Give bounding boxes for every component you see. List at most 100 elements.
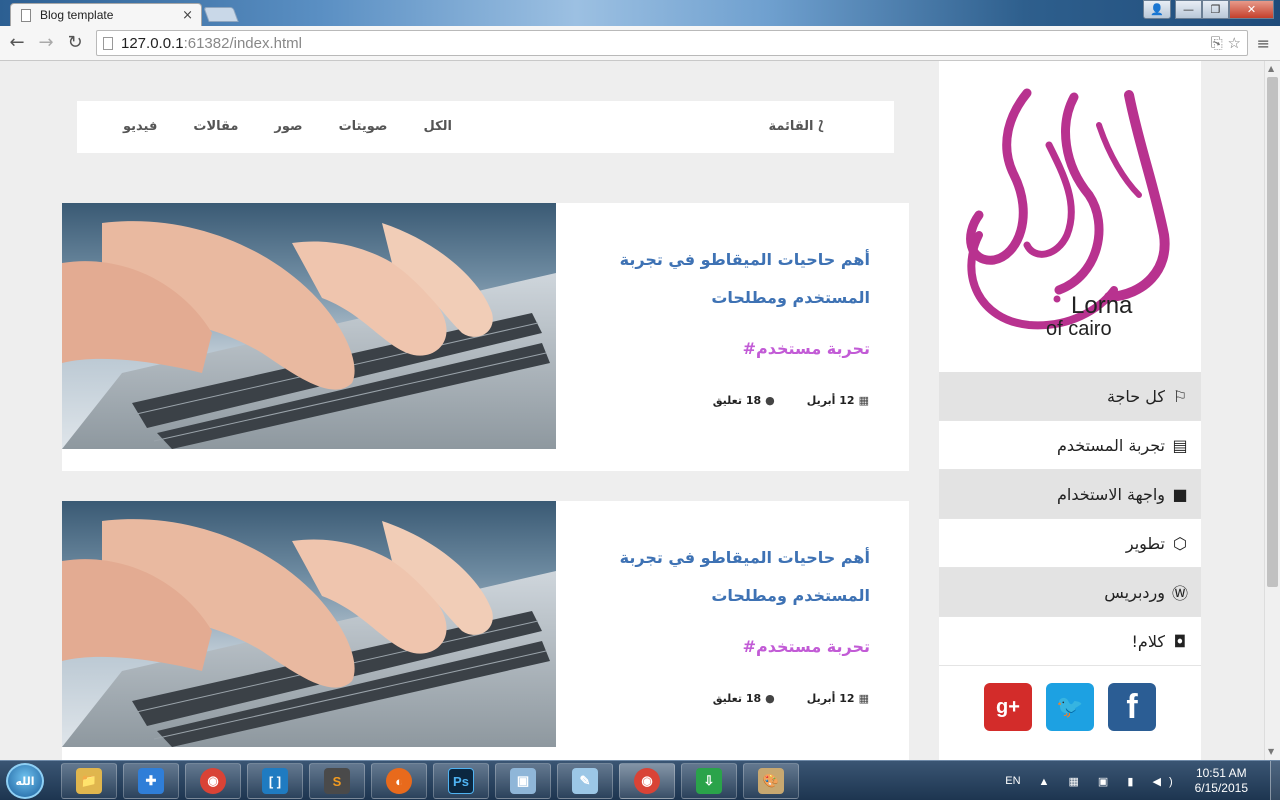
logo-text-of-cairo: of cairo — [1046, 318, 1112, 340]
page-scrollbar[interactable]: ▲ ▼ — [1264, 61, 1280, 760]
filter-links: الكل صويتات صور مقالات فيديو — [123, 119, 452, 134]
bookmark-icon: ■ — [1172, 484, 1188, 504]
lorna-logo-graphic — [966, 88, 1170, 330]
taskbar-photoshop[interactable]: Ps — [433, 763, 489, 799]
post-comments[interactable]: ● 18 تعليق — [713, 394, 775, 407]
post-tag[interactable]: #تحربة مستخدم — [743, 637, 870, 656]
post-image[interactable] — [62, 501, 556, 747]
facebook-icon[interactable]: f — [1108, 683, 1156, 731]
keyboard-hands-illustration — [62, 519, 556, 747]
taskbar-notes[interactable]: ✎ — [557, 763, 613, 799]
post-date: ▦ 12 أبريل — [807, 692, 869, 705]
keyboard-hands-illustration — [62, 221, 556, 449]
reload-button[interactable]: ↻ — [64, 32, 86, 53]
filter-tweets[interactable]: صويتات — [339, 119, 388, 134]
maximize-button[interactable]: ❐ — [1202, 0, 1229, 19]
language-indicator[interactable]: EN — [1005, 775, 1020, 787]
post-comments-text: 18 تعليق — [712, 394, 762, 407]
filter-all[interactable]: الكل — [423, 119, 452, 134]
sidebar-item-wordpress[interactable]: Ⓦ وردبريس — [939, 568, 1201, 617]
clock[interactable]: 10:51 AM 6/15/2015 — [1195, 766, 1248, 796]
palette-icon: 🎨 — [758, 768, 784, 794]
taskbar-sublime[interactable]: S — [309, 763, 365, 799]
rss-icon: ⟆ — [818, 119, 824, 134]
sidebar-item-label: تطوير — [1125, 533, 1165, 553]
taskbar-puzzle[interactable]: ✚ — [123, 763, 179, 799]
tray-icons[interactable]: ▲ ▦ ▣ ▮ ◀) — [1039, 775, 1181, 788]
post-card: أهم حاحيات الميقاطو في تجربة المستخدم وم… — [62, 501, 909, 760]
calendar-icon: ▦ — [858, 692, 869, 705]
taskbar-explorer[interactable]: 📁 — [61, 763, 117, 799]
clock-time: 10:51 AM — [1195, 766, 1247, 780]
browser-toolbar: ← → ↻ 127.0.0.1:61382/index.html ⎘ ☆ ≡ — [0, 26, 1280, 61]
scroll-up-icon[interactable]: ▲ — [1268, 64, 1274, 73]
post-title[interactable]: أهم حاحيات الميقاطو في تجربة المستخدم وم… — [580, 241, 870, 317]
star-icon[interactable]: ☆ — [1228, 34, 1241, 52]
browser-tab[interactable]: Blog template × — [10, 3, 202, 26]
post-image[interactable] — [62, 203, 556, 449]
sidebar-item-everything[interactable]: ⚐ كل حاجة — [939, 372, 1201, 421]
sublime-icon: S — [324, 768, 350, 794]
filter-videos[interactable]: فيديو — [123, 119, 157, 134]
taskbar-box[interactable]: ▣ — [495, 763, 551, 799]
url-path: :61382/index.html — [183, 34, 302, 52]
sidebar-item-development[interactable]: ⬡ تطوير — [939, 519, 1201, 568]
newspaper-icon: ▤ — [1172, 435, 1188, 455]
close-window-button[interactable]: ✕ — [1229, 0, 1274, 19]
filter-photos[interactable]: صور — [274, 119, 302, 134]
post-title[interactable]: أهم حاحيات الميقاطو في تجربة المستخدم وم… — [580, 539, 870, 615]
logo-text-lorna: Lorna — [1071, 292, 1133, 319]
puzzle-icon: ✚ — [138, 768, 164, 794]
googleplus-icon[interactable]: g+ — [984, 683, 1032, 731]
post-comments[interactable]: ● 18 تعليق — [713, 692, 775, 705]
sidebar: Lorna of cairo ⚐ كل حاجة ▤ تجربة المستخد… — [939, 61, 1201, 760]
address-bar[interactable]: 127.0.0.1:61382/index.html ⎘ ☆ — [96, 30, 1248, 56]
chrome-menu-icon[interactable]: ≡ — [1257, 34, 1270, 53]
sidebar-item-ui[interactable]: ■ واجهة الاستخدام — [939, 470, 1201, 519]
menu-label[interactable]: ⟆ القائمة — [768, 119, 824, 134]
site-logo[interactable]: Lorna of cairo — [939, 85, 1201, 351]
forward-button[interactable]: → — [35, 32, 57, 53]
sidebar-item-talk[interactable]: ◘ كلام! — [939, 617, 1201, 666]
social-links: g+ 🐦 f — [939, 683, 1201, 731]
scroll-down-icon[interactable]: ▼ — [1268, 747, 1274, 756]
taskbar-chrome[interactable]: ◉ — [185, 763, 241, 799]
twitter-icon[interactable]: 🐦 — [1046, 683, 1094, 731]
show-desktop-button[interactable] — [1270, 761, 1280, 800]
window-titlebar: Blog template × 👤 — ❐ ✕ — [0, 0, 1280, 26]
tab-close-button[interactable]: × — [182, 8, 193, 23]
back-button[interactable]: ← — [6, 32, 28, 53]
brackets-icon: [ ] — [262, 768, 288, 794]
taskbar-firefox[interactable]: ◐ — [371, 763, 427, 799]
quote-icon: ◘ — [1173, 631, 1187, 651]
post-meta: ▦ 12 أبريل ● 18 تعليق — [713, 394, 869, 407]
post-comments-text: 18 تعليق — [712, 692, 762, 705]
flag-icon: ⚐ — [1172, 386, 1188, 406]
page-icon — [21, 8, 31, 22]
sidebar-item-ux[interactable]: ▤ تجربة المستخدم — [939, 421, 1201, 470]
notes-icon: ✎ — [572, 768, 598, 794]
chrome-icon: ◉ — [200, 768, 226, 794]
omnibox-icons: ⎘ ☆ — [1211, 34, 1241, 52]
minimize-button[interactable]: — — [1175, 0, 1202, 19]
hexagon-icon: ⬡ — [1173, 533, 1187, 553]
taskbar-brackets[interactable]: [ ] — [247, 763, 303, 799]
taskbar-download-manager[interactable]: ⇩ — [681, 763, 737, 799]
post-date: ▦ 12 أبريل — [807, 394, 869, 407]
wordpress-icon: Ⓦ — [1171, 584, 1188, 603]
taskbar-paint[interactable]: 🎨 — [743, 763, 799, 799]
post-tag[interactable]: #تحربة مستخدم — [743, 339, 870, 358]
sidebar-item-label: تجربة المستخدم — [1056, 435, 1165, 455]
folder-icon: 📁 — [76, 768, 102, 794]
scrollbar-thumb[interactable] — [1267, 77, 1278, 587]
sidebar-item-label: كل حاجة — [1106, 386, 1165, 406]
post-date-text: 12 أبريل — [806, 394, 855, 407]
new-tab-button[interactable] — [203, 7, 239, 22]
translate-icon[interactable]: ⎘ — [1211, 34, 1223, 52]
taskbar-chrome-active[interactable]: ◉ — [619, 763, 675, 799]
start-button[interactable]: الله — [6, 763, 44, 799]
user-profile-button[interactable]: 👤 — [1143, 0, 1171, 19]
chrome-icon: ◉ — [634, 768, 660, 794]
download-icon: ⇩ — [696, 768, 722, 794]
filter-articles[interactable]: مقالات — [193, 119, 238, 134]
